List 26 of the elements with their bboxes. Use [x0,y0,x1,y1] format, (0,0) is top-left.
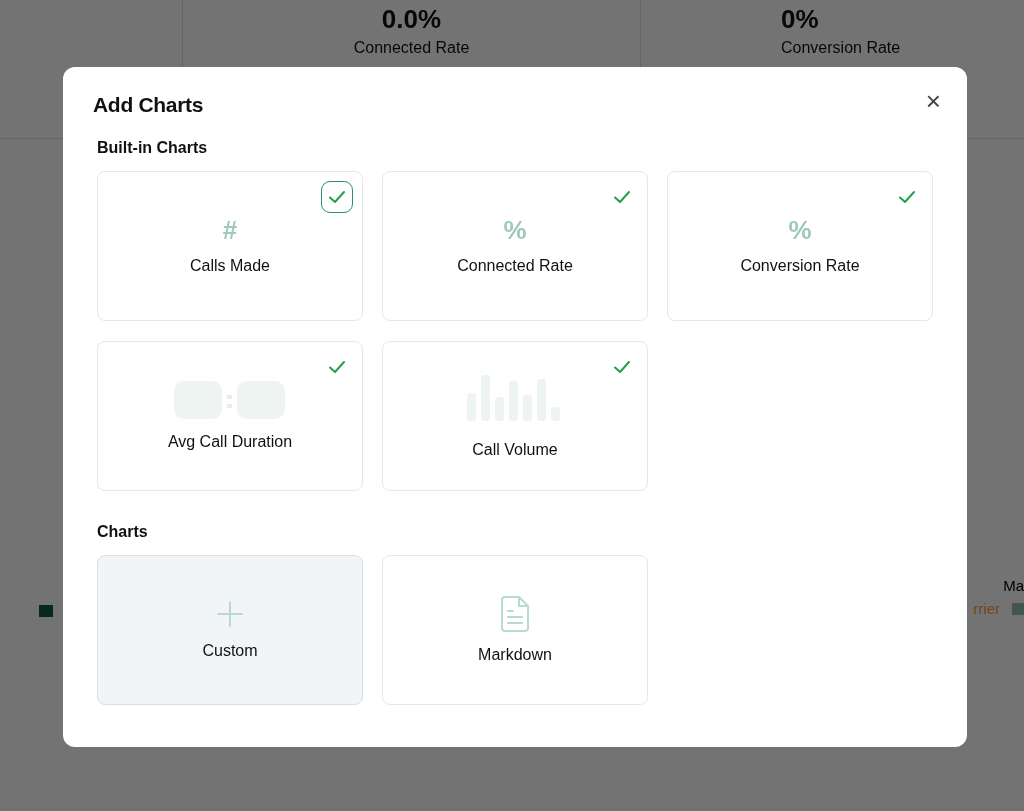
timer-icon [174,381,286,419]
plus-icon [216,600,244,628]
legend-swatch [1012,602,1024,615]
legend-swatch [39,605,53,617]
percent-icon: % [788,217,812,243]
document-icon [500,596,530,632]
stat-label: Conversion Rate [781,39,901,57]
chart-card[interactable]: % Connected Rate [382,171,648,321]
legend-label: rrier [973,600,1000,617]
chart-card[interactable]: Custom [97,555,363,705]
section-title: Built-in Charts [97,139,209,157]
close-button[interactable]: × [925,88,941,114]
axis-label: Ma [1003,577,1024,594]
section-title: Charts [97,523,149,541]
chart-card[interactable]: # Calls Made [97,171,363,321]
hash-icon: # [222,217,238,243]
chart-card[interactable]: Call Volume [382,341,648,491]
chart-card[interactable]: Markdown [382,555,648,705]
stat-label: Connected Rate [353,39,470,57]
dialog-title: Add Charts [93,93,204,117]
stat-value: 0% [781,4,819,35]
chart-card[interactable]: % Conversion Rate [667,171,933,321]
percent-icon: % [503,217,527,243]
chart-card[interactable]: Avg Call Duration [97,341,363,491]
focus-ring[interactable] [321,181,353,213]
stat-value: 0.0% [381,4,442,35]
